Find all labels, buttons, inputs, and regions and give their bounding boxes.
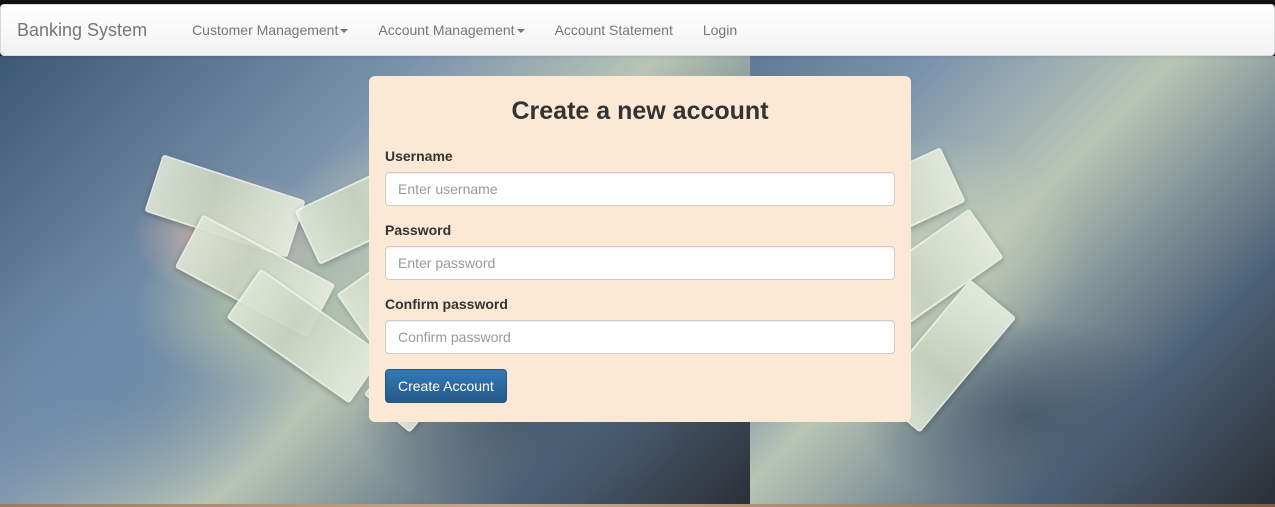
nav-account-management-label: Account Management	[378, 22, 515, 38]
nav-account-management[interactable]: Account Management	[363, 5, 539, 55]
create-account-card: Create a new account Username Password C…	[369, 76, 911, 422]
username-group: Username	[385, 147, 895, 206]
confirm-password-input[interactable]	[385, 320, 895, 354]
password-group: Password	[385, 221, 895, 280]
nav-account-statement-label: Account Statement	[554, 22, 673, 38]
caret-down-icon	[516, 29, 525, 33]
navbar-brand[interactable]: Banking System	[1, 20, 162, 41]
nav-account-statement[interactable]: Account Statement	[540, 5, 688, 55]
top-navbar: Banking System Customer Management Accou…	[0, 4, 1275, 56]
nav-customer-management-label: Customer Management	[192, 22, 339, 38]
confirm-password-label: Confirm password	[385, 296, 508, 312]
nav-login-label: Login	[702, 22, 738, 38]
password-label: Password	[385, 222, 452, 238]
password-input[interactable]	[385, 246, 895, 280]
caret-down-icon	[340, 29, 349, 33]
nav-login[interactable]: Login	[688, 5, 752, 55]
confirm-password-group: Confirm password	[385, 295, 895, 354]
create-account-button[interactable]: Create Account	[385, 369, 507, 403]
nav-customer-management[interactable]: Customer Management	[177, 5, 363, 55]
username-input[interactable]	[385, 172, 895, 206]
form-title: Create a new account	[511, 97, 769, 125]
username-label: Username	[385, 148, 453, 164]
